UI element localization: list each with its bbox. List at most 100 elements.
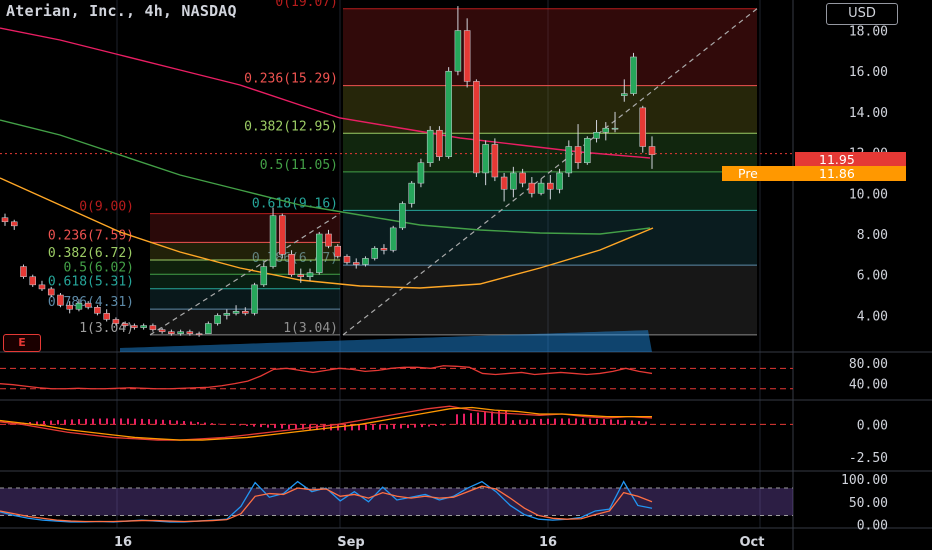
candle-body	[463, 30, 471, 82]
earnings-badge[interactable]: E	[3, 334, 41, 352]
candle-body	[648, 146, 656, 155]
fib-level-label-left: 0.236(7.59)	[48, 228, 134, 243]
candle-body	[389, 227, 397, 251]
x-tick-label: 16	[539, 535, 557, 550]
candle-body	[186, 331, 194, 334]
candle	[630, 52, 637, 96]
candle-body	[140, 325, 147, 328]
candle-body	[510, 172, 517, 190]
candle-body	[57, 294, 64, 306]
candle	[584, 136, 591, 165]
candle-body	[195, 333, 203, 335]
candle	[205, 321, 212, 334]
fib-level-label: 0.5(11.05)	[260, 158, 338, 173]
candle-body	[260, 266, 268, 286]
candle	[436, 126, 443, 161]
candle	[445, 67, 452, 159]
candle-body	[232, 311, 240, 314]
y-tick-label: 18.00	[849, 25, 888, 40]
candle	[417, 158, 425, 188]
candle	[269, 207, 277, 269]
candle-body	[158, 329, 166, 332]
candle-body	[251, 284, 258, 314]
fib-level-label: 0.382(12.95)	[244, 119, 338, 134]
fib-zone-left	[150, 288, 340, 310]
candle-body	[75, 302, 83, 310]
candle-body	[426, 129, 434, 164]
candle-body	[214, 315, 221, 324]
candle-body	[436, 129, 443, 157]
candle-body	[611, 127, 619, 130]
fib-zone-left	[150, 213, 340, 243]
candle-body	[20, 266, 27, 277]
x-tick-label: Oct	[740, 535, 765, 550]
candle	[29, 274, 36, 287]
candle	[279, 213, 286, 259]
candle	[473, 79, 480, 178]
fib-zone-left	[150, 260, 340, 275]
candle-body	[408, 182, 415, 204]
chart-canvas[interactable]: 0(19.07) 0.236(15.29) 0.382(12.95) 0.5(11.0…	[0, 0, 932, 550]
currency-button[interactable]: USD	[826, 3, 898, 25]
pre-label: Pre	[738, 166, 758, 181]
fib-level-label: 0.236(15.29)	[244, 72, 338, 87]
candle-body	[343, 256, 351, 263]
candle-body	[399, 203, 406, 229]
fib-level-label-left: 0.382(6.72)	[48, 246, 134, 261]
chart-title: Aterian, Inc., 4h, NASDAQ	[6, 2, 237, 20]
candle-body	[325, 233, 332, 247]
indicator-y-tick-label: 80.00	[849, 357, 888, 372]
fib-zone	[343, 85, 757, 134]
candle-body	[279, 215, 286, 255]
fib-level-label: 0(19.07)	[275, 0, 338, 10]
y-tick-label: 16.00	[849, 65, 888, 80]
stoch-band	[0, 488, 793, 516]
indicator-y-tick-label: -2.50	[849, 451, 888, 466]
candle	[389, 225, 397, 253]
x-tick-label: 16	[114, 535, 132, 550]
candle-body	[112, 319, 120, 324]
candle-body	[84, 302, 92, 308]
candle-body	[371, 247, 378, 259]
candle-body	[528, 182, 536, 194]
candle-body	[288, 254, 295, 275]
candle-body	[630, 56, 637, 94]
candle	[20, 264, 27, 279]
candle-body	[121, 323, 129, 326]
candle-body	[38, 284, 46, 290]
candle-body	[584, 138, 591, 164]
candle-body	[168, 331, 175, 334]
candle-body	[10, 221, 18, 227]
candle	[214, 313, 221, 326]
candle-body	[47, 288, 55, 296]
earnings-icon: E	[18, 336, 26, 349]
last-price-tag: 11.95	[795, 152, 906, 167]
candle	[491, 138, 499, 182]
y-tick-label: 4.00	[857, 309, 888, 324]
candle	[408, 181, 415, 208]
candle-body	[547, 182, 554, 190]
candle	[316, 231, 323, 275]
candle	[288, 250, 295, 277]
indicator-y-tick-label: 40.00	[849, 378, 888, 393]
candle-body	[602, 127, 610, 133]
candle-body	[593, 132, 600, 139]
candle-body	[223, 313, 231, 316]
fib-zone	[343, 133, 757, 172]
candle-body	[500, 176, 508, 190]
y-tick-label: 6.00	[857, 269, 888, 284]
candle-body	[149, 325, 157, 330]
candle-body	[574, 146, 582, 164]
indicator-y-tick-label: 0.00	[857, 519, 888, 534]
pre-market-tag: Pre 11.86	[722, 166, 906, 181]
candle	[251, 282, 258, 316]
fib-zone	[343, 8, 757, 86]
candle	[371, 246, 378, 261]
candle-body	[556, 172, 563, 190]
candle-body	[491, 144, 499, 178]
candle-body	[316, 233, 323, 273]
candle	[57, 292, 64, 308]
candle-body	[1, 217, 9, 223]
x-tick-label: Sep	[337, 535, 365, 550]
indicator-y-tick-label: 50.00	[849, 496, 888, 511]
